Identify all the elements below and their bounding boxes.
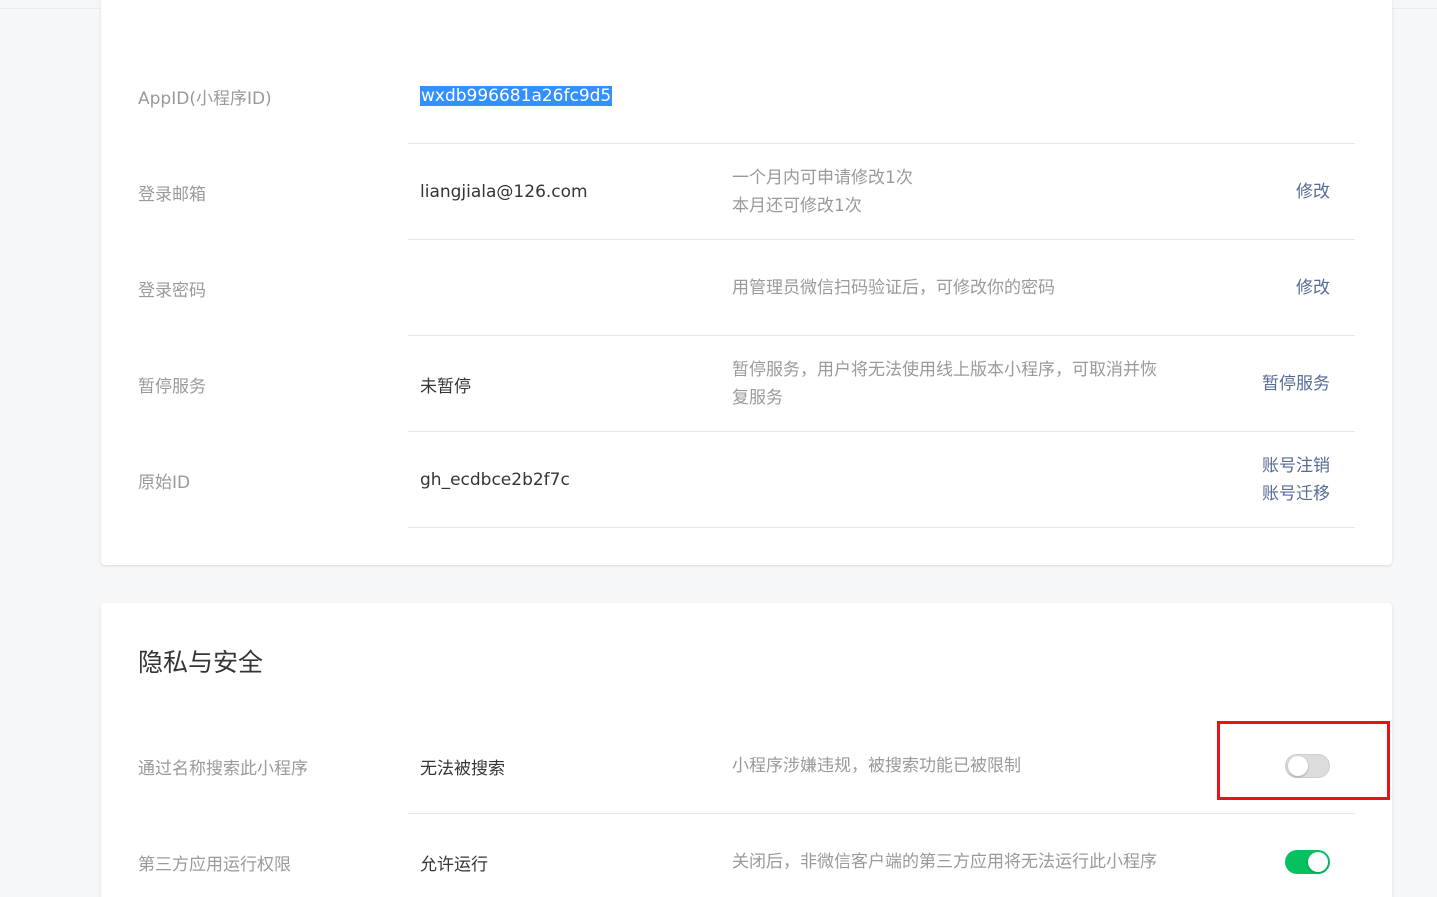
third-party-label: 第三方应用运行权限 (138, 854, 291, 875)
search-by-name-desc: 小程序涉嫌违规，被搜索功能已被限制 (732, 718, 1192, 814)
pause-service-desc-line: 暂停服务，用户将无法使用线上版本小程序，可取消并恢 (732, 360, 1157, 380)
appid-label: AppID(小程序ID) (138, 88, 272, 109)
third-party-value: 允许运行 (420, 854, 488, 875)
toggle-knob (1288, 756, 1308, 776)
password-desc: 用管理员微信扫码验证后，可修改你的密码 (732, 240, 1192, 336)
search-by-name-row: 通过名称搜索此小程序 无法被搜索 小程序涉嫌违规，被搜索功能已被限制 (101, 718, 1392, 814)
email-row: 登录邮箱 liangjiala@126.com 一个月内可申请修改1次 本月还可… (101, 144, 1392, 240)
third-party-desc: 关闭后，非微信客户端的第三方应用将无法运行此小程序 (732, 814, 1192, 897)
pause-service-value: 未暂停 (420, 376, 471, 397)
original-id-actions: 账号注销 账号迁移 (1262, 432, 1330, 528)
password-row: 登录密码 用管理员微信扫码验证后，可修改你的密码 修改 (101, 240, 1392, 336)
section-title: 隐私与安全 (138, 648, 264, 677)
original-id-label: 原始ID (138, 472, 191, 493)
pause-service-label: 暂停服务 (138, 376, 206, 397)
password-actions: 修改 (1296, 240, 1330, 336)
appid-value-wrap: wxdb996681a26fc9d5 (420, 48, 613, 144)
search-by-name-label: 通过名称搜索此小程序 (138, 758, 308, 779)
email-label: 登录邮箱 (138, 184, 206, 205)
appid-row: AppID(小程序ID) wxdb996681a26fc9d5 (101, 48, 1392, 144)
password-label: 登录密码 (138, 280, 206, 301)
row-divider (408, 527, 1355, 528)
appid-value[interactable]: wxdb996681a26fc9d5 (420, 86, 613, 106)
original-id-row: 原始ID gh_ecdbce2b2f7c 账号注销 账号迁移 (101, 432, 1392, 528)
email-value: liangjiala@126.com (420, 182, 588, 202)
original-id-value: gh_ecdbce2b2f7c (420, 470, 570, 490)
search-toggle[interactable] (1285, 754, 1330, 778)
email-actions: 修改 (1296, 144, 1330, 240)
email-desc-line: 本月还可修改1次 (732, 196, 862, 216)
modify-password-link[interactable]: 修改 (1296, 274, 1330, 302)
account-migrate-link[interactable]: 账号迁移 (1262, 480, 1330, 508)
search-by-name-desc-line: 小程序涉嫌违规，被搜索功能已被限制 (732, 756, 1021, 776)
third-party-toggle[interactable] (1285, 850, 1330, 874)
pause-service-desc-line: 复服务 (732, 388, 783, 408)
privacy-card: 隐私与安全 通过名称搜索此小程序 无法被搜索 小程序涉嫌违规，被搜索功能已被限制… (101, 603, 1392, 897)
account-cancel-link[interactable]: 账号注销 (1262, 452, 1330, 480)
pause-service-link[interactable]: 暂停服务 (1262, 370, 1330, 398)
basic-info-card: AppID(小程序ID) wxdb996681a26fc9d5 登录邮箱 lia… (101, 0, 1392, 565)
email-desc-line: 一个月内可申请修改1次 (732, 168, 913, 188)
pause-service-actions: 暂停服务 (1262, 336, 1330, 432)
third-party-desc-line: 关闭后，非微信客户端的第三方应用将无法运行此小程序 (732, 852, 1157, 872)
third-party-row: 第三方应用运行权限 允许运行 关闭后，非微信客户端的第三方应用将无法运行此小程序 (101, 814, 1392, 897)
pause-service-desc: 暂停服务，用户将无法使用线上版本小程序，可取消并恢 复服务 (732, 336, 1192, 432)
email-desc: 一个月内可申请修改1次 本月还可修改1次 (732, 144, 1192, 240)
toggle-knob (1308, 852, 1328, 872)
search-by-name-value: 无法被搜索 (420, 758, 505, 779)
pause-service-row: 暂停服务 未暂停 暂停服务，用户将无法使用线上版本小程序，可取消并恢 复服务 暂… (101, 336, 1392, 432)
modify-email-link[interactable]: 修改 (1296, 178, 1330, 206)
password-desc-line: 用管理员微信扫码验证后，可修改你的密码 (732, 278, 1055, 298)
